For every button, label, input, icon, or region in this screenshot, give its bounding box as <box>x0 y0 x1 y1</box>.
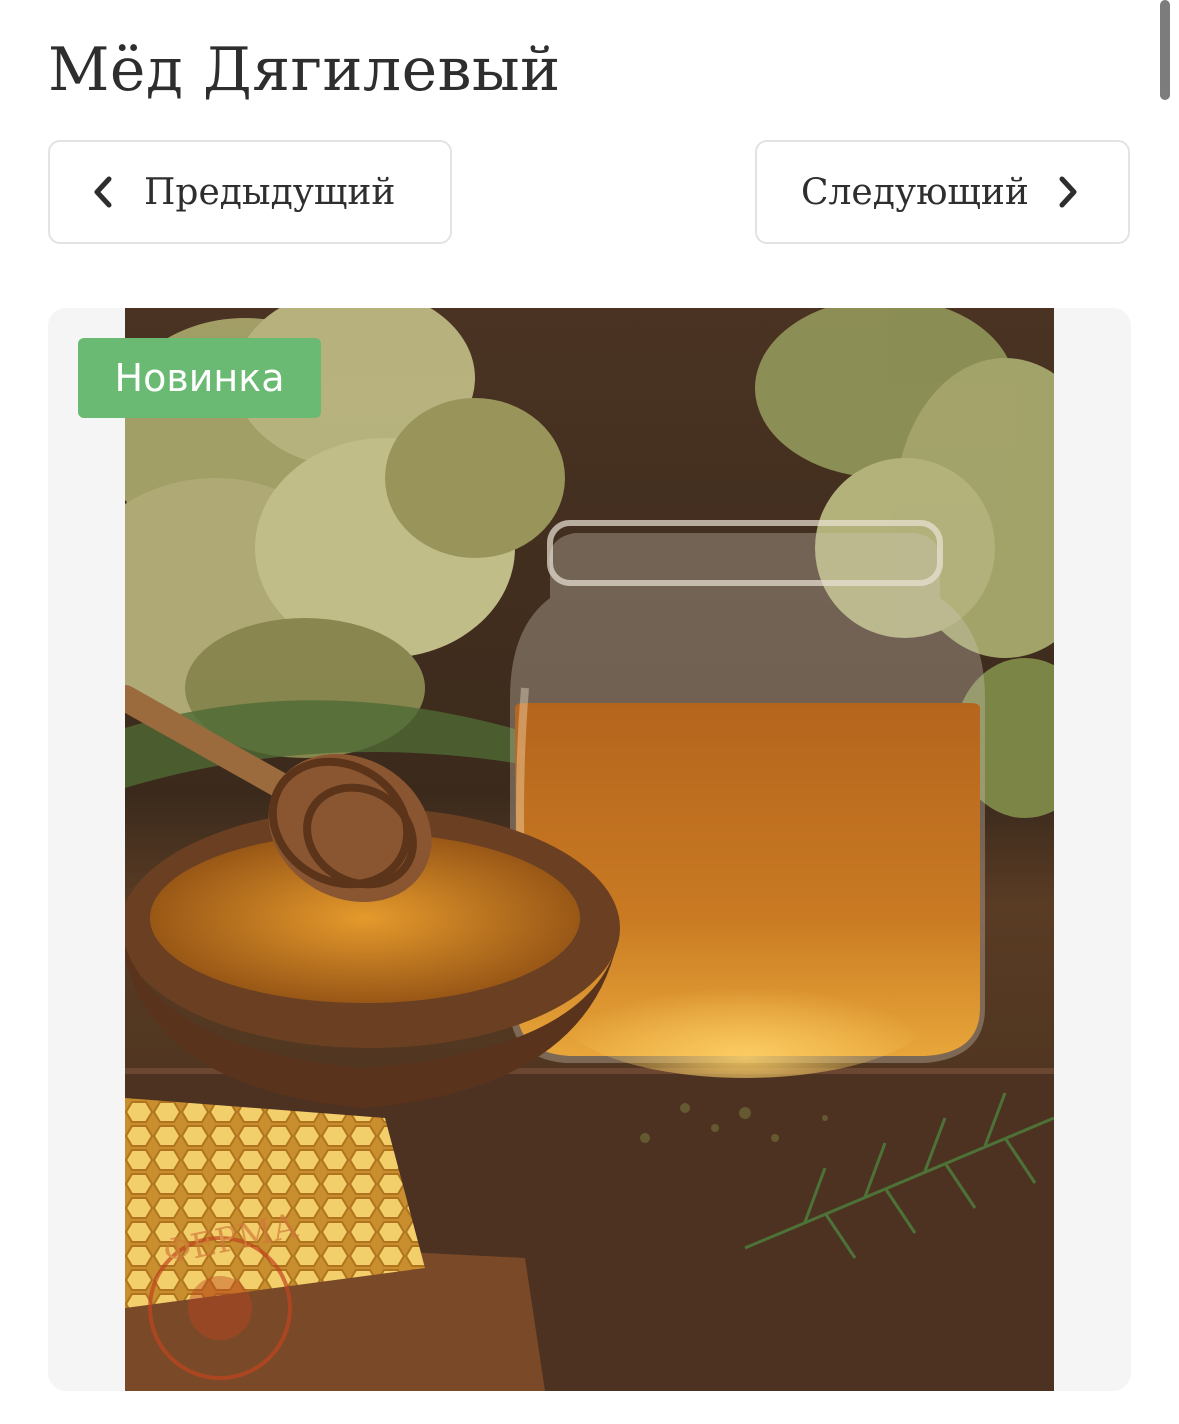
chevron-right-icon <box>1057 175 1081 209</box>
next-button-label: Следующий <box>801 171 1029 213</box>
product-photo[interactable]: ФЕРМА <box>125 308 1054 1391</box>
product-image-gallery[interactable]: ФЕРМА Новинка <box>48 308 1131 1391</box>
previous-product-button[interactable]: Предыдущий <box>48 140 452 244</box>
next-product-button[interactable]: Следующий <box>755 140 1130 244</box>
page-title: Мёд Дягилевый <box>48 35 561 105</box>
scrollbar-thumb[interactable] <box>1160 0 1170 100</box>
previous-button-label: Предыдущий <box>144 171 396 213</box>
new-badge: Новинка <box>78 338 321 418</box>
chevron-left-icon <box>90 175 114 209</box>
